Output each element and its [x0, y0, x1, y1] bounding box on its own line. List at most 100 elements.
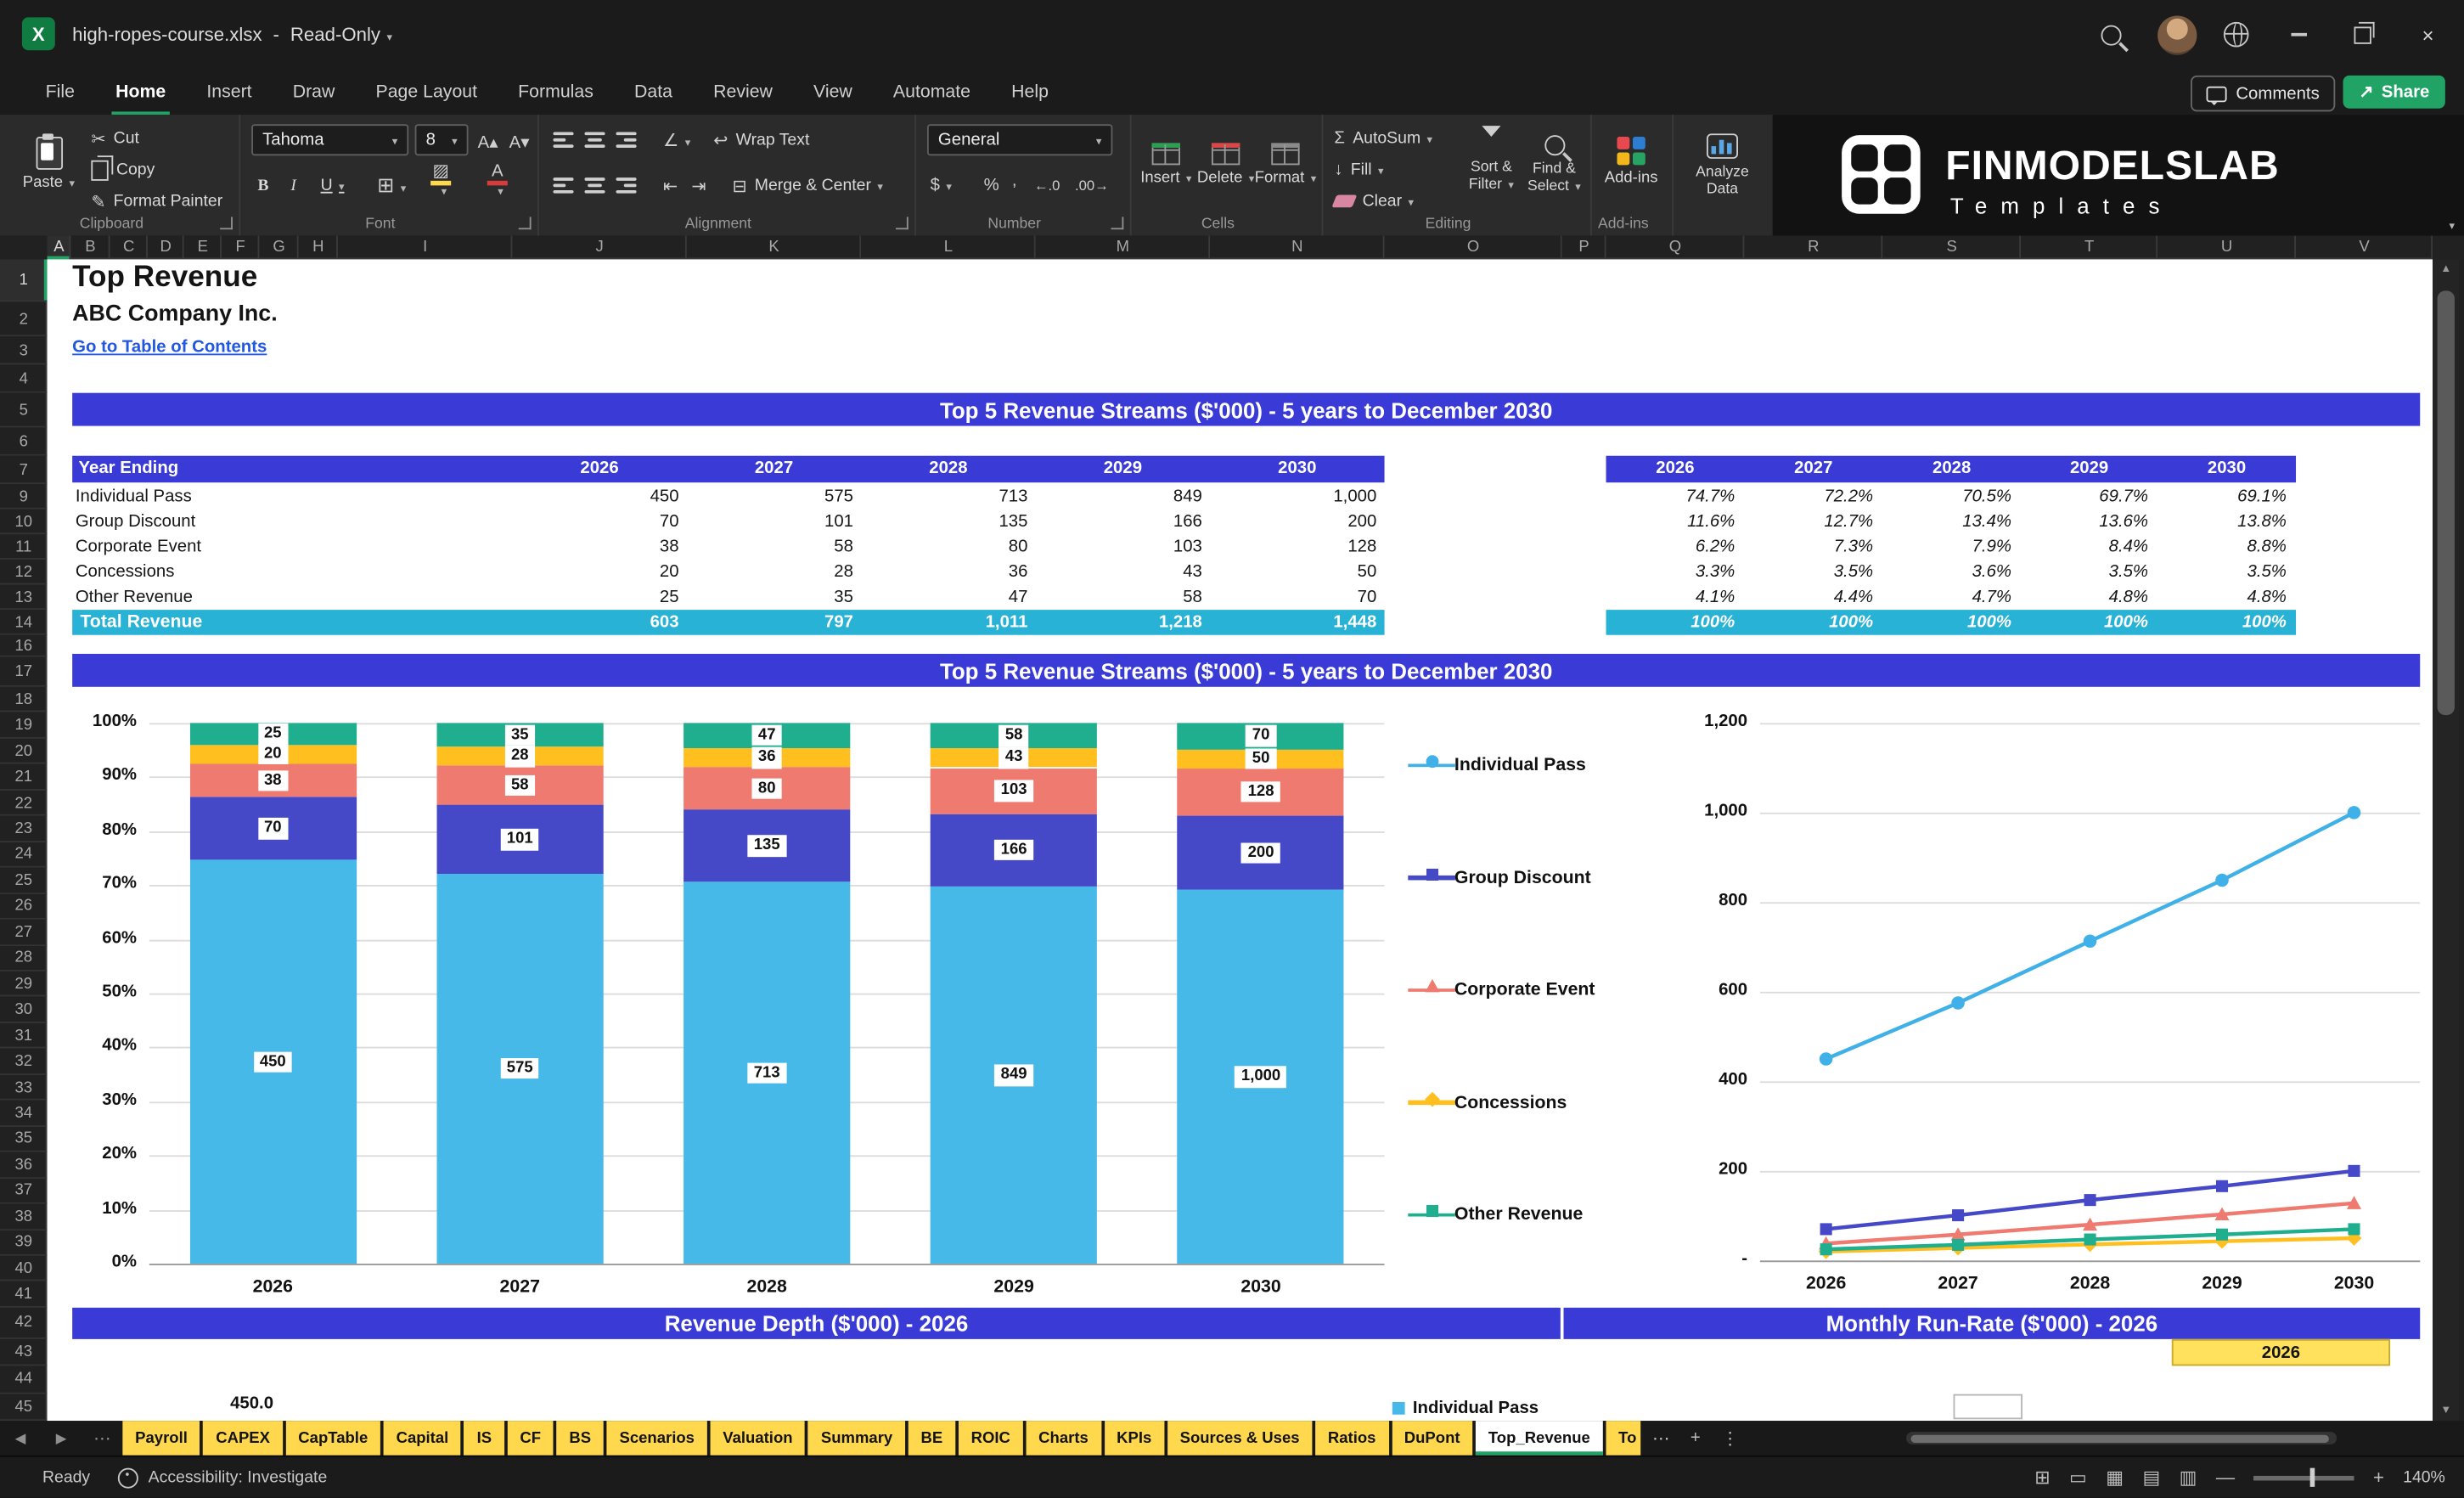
- cell-value[interactable]: 58: [1036, 584, 1202, 610]
- macro-record-icon[interactable]: ⊞: [2034, 1467, 2051, 1489]
- ribbon-tab-home[interactable]: Home: [95, 69, 186, 115]
- cell-pct[interactable]: 6.2%: [1606, 534, 1735, 560]
- cell-value[interactable]: 58: [687, 534, 853, 560]
- column-header-L[interactable]: L: [861, 236, 1035, 260]
- column-header-F[interactable]: F: [222, 236, 259, 260]
- row-header-34[interactable]: 34: [0, 1101, 48, 1126]
- tab-menu-button[interactable]: ⋮: [1713, 1421, 1747, 1456]
- row-header-33[interactable]: 33: [0, 1075, 48, 1101]
- cell-pct[interactable]: 4.1%: [1606, 584, 1735, 610]
- sheet-tab-be[interactable]: BE: [909, 1421, 955, 1456]
- ribbon-tab-data[interactable]: Data: [614, 69, 693, 115]
- toc-hyperlink[interactable]: Go to Table of Contents: [72, 338, 267, 357]
- row-header-26[interactable]: 26: [0, 893, 48, 919]
- ribbon-tab-view[interactable]: View: [793, 69, 873, 115]
- row-header-41[interactable]: 41: [0, 1281, 48, 1307]
- readonly-badge[interactable]: Read-Only: [290, 24, 392, 46]
- book-view-icon[interactable]: ▭: [2069, 1467, 2087, 1489]
- cell-value[interactable]: 70: [1210, 584, 1376, 610]
- cell-value[interactable]: 35: [687, 584, 853, 610]
- total-pct[interactable]: 100%: [1882, 610, 2011, 635]
- column-header-A[interactable]: A: [48, 236, 71, 260]
- row-header-28[interactable]: 28: [0, 945, 48, 971]
- row-header-30[interactable]: 30: [0, 997, 48, 1022]
- ribbon-tab-formulas[interactable]: Formulas: [498, 69, 614, 115]
- row-header-7[interactable]: 7: [0, 456, 48, 484]
- sheet-tab-payroll[interactable]: Payroll: [122, 1421, 200, 1456]
- column-header-G[interactable]: G: [259, 236, 298, 260]
- sheet-tab-summary[interactable]: Summary: [808, 1421, 905, 1456]
- row-header-2[interactable]: 2: [0, 301, 48, 336]
- zoom-in-button[interactable]: +: [2373, 1467, 2384, 1489]
- row-header-24[interactable]: 24: [0, 842, 48, 868]
- font-color-button[interactable]: A: [487, 168, 508, 196]
- ribbon-tab-automate[interactable]: Automate: [873, 69, 991, 115]
- autosum-button[interactable]: ΣAutoSum: [1334, 124, 1432, 152]
- row-header-39[interactable]: 39: [0, 1230, 48, 1255]
- cell-pct[interactable]: 69.7%: [2021, 484, 2148, 510]
- sheet-tab-scenarios[interactable]: Scenarios: [607, 1421, 707, 1456]
- sheet-tab-sources-uses[interactable]: Sources & Uses: [1167, 1421, 1313, 1456]
- cell-pct[interactable]: 4.8%: [2157, 584, 2287, 610]
- copy-button[interactable]: Copy: [91, 155, 155, 183]
- sheet-tab-capex[interactable]: CAPEX: [203, 1421, 282, 1456]
- search-button[interactable]: [2078, 0, 2144, 69]
- cell-pct[interactable]: 69.1%: [2157, 484, 2287, 510]
- cell-value[interactable]: 166: [1036, 510, 1202, 535]
- column-header-N[interactable]: N: [1210, 236, 1384, 260]
- column-header-J[interactable]: J: [512, 236, 686, 260]
- cell-pct[interactable]: 13.8%: [2157, 510, 2287, 535]
- zoom-out-button[interactable]: —: [2216, 1467, 2235, 1489]
- cell-pct[interactable]: 3.5%: [1744, 560, 1873, 585]
- sheet-list-ellipsis[interactable]: ⋯: [82, 1421, 122, 1456]
- total-value[interactable]: 1,011: [861, 610, 1027, 635]
- row-header-32[interactable]: 32: [0, 1049, 48, 1074]
- wrap-text-button[interactable]: ↩Wrap Text: [713, 126, 809, 154]
- ribbon-tab-file[interactable]: File: [25, 69, 95, 115]
- cut-button[interactable]: ✂Cut: [91, 124, 139, 152]
- column-header-S[interactable]: S: [1882, 236, 2021, 260]
- delete-cells-button[interactable]: Delete: [1195, 121, 1255, 210]
- cell-value[interactable]: 1,000: [1210, 484, 1376, 510]
- find-select-button[interactable]: Find & Select: [1522, 121, 1585, 210]
- cell-pct[interactable]: 4.8%: [2021, 584, 2148, 610]
- shrink-font-button[interactable]: A▾: [509, 127, 530, 155]
- column-header-U[interactable]: U: [2157, 236, 2296, 260]
- align-right-button[interactable]: [616, 172, 637, 200]
- sheet-tab-is[interactable]: IS: [464, 1421, 504, 1456]
- row-header-31[interactable]: 31: [0, 1023, 48, 1049]
- clipboard-dialog-launcher[interactable]: [220, 217, 233, 229]
- cell-pct[interactable]: 8.8%: [2157, 534, 2287, 560]
- sheet-tab-top-revenue[interactable]: Top_Revenue: [1476, 1421, 1603, 1456]
- percent-style-button[interactable]: %: [984, 172, 999, 200]
- increase-decimal-button[interactable]: ←.0: [1034, 172, 1060, 200]
- ribbon-tab-page-layout[interactable]: Page Layout: [355, 69, 498, 115]
- decrease-indent-button[interactable]: ⇤: [663, 172, 678, 200]
- horizontal-scrollbar[interactable]: [1906, 1432, 2337, 1444]
- row-header-29[interactable]: 29: [0, 971, 48, 997]
- cell-value[interactable]: 200: [1210, 510, 1376, 535]
- cell-pct[interactable]: 72.2%: [1744, 484, 1873, 510]
- total-value[interactable]: 1,448: [1210, 610, 1376, 635]
- sheet-tab-to[interactable]: To: [1606, 1421, 1640, 1456]
- column-header-M[interactable]: M: [1036, 236, 1210, 260]
- share-button[interactable]: ↗ Share: [2343, 76, 2445, 109]
- accounting-format-button[interactable]: $: [931, 172, 952, 200]
- page-layout-view-button[interactable]: ▤: [2142, 1467, 2160, 1489]
- minimize-button[interactable]: [2266, 0, 2332, 69]
- align-top-button[interactable]: [553, 126, 573, 154]
- cell-value[interactable]: 70: [512, 510, 678, 535]
- cell-value[interactable]: 47: [861, 584, 1027, 610]
- row-header-38[interactable]: 38: [0, 1204, 48, 1230]
- row-header-5[interactable]: 5: [0, 393, 48, 428]
- total-pct[interactable]: 100%: [1606, 610, 1735, 635]
- column-header-V[interactable]: V: [2296, 236, 2433, 260]
- italic-button[interactable]: I: [290, 172, 295, 200]
- column-header-B[interactable]: B: [70, 236, 110, 260]
- network-status-button[interactable]: [2203, 0, 2270, 69]
- row-header-19[interactable]: 19: [0, 712, 48, 738]
- analyze-data-button[interactable]: Analyze Data: [1685, 121, 1760, 210]
- cell-value[interactable]: 575: [687, 484, 853, 510]
- cell-pct[interactable]: 11.6%: [1606, 510, 1735, 535]
- cell-pct[interactable]: 3.5%: [2021, 560, 2148, 585]
